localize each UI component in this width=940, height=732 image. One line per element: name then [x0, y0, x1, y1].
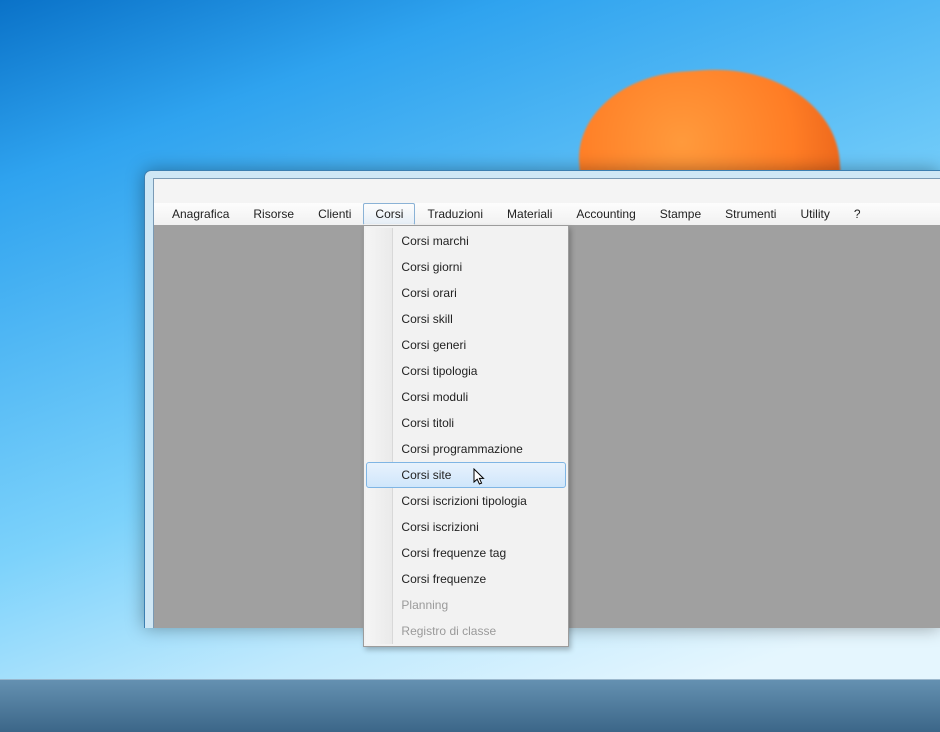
app-window: Education Service 1.15 AnagraficaRisorse… — [144, 170, 940, 628]
menuitem-corsi-iscrizioni-tipologia[interactable]: Corsi iscrizioni tipologia — [366, 488, 566, 514]
menuitem-corsi-orari[interactable]: Corsi orari — [366, 280, 566, 306]
menuitem-corsi-frequenze-tag[interactable]: Corsi frequenze tag — [366, 540, 566, 566]
menuitem-corsi-tipologia[interactable]: Corsi tipologia — [366, 358, 566, 384]
menu-anagrafica[interactable]: Anagrafica — [160, 203, 241, 225]
menuitem-corsi-marchi[interactable]: Corsi marchi — [366, 228, 566, 254]
menuitem-registro-di-classe: Registro di classe — [366, 618, 566, 644]
menu-utility[interactable]: Utility — [788, 203, 841, 225]
menuitem-corsi-frequenze[interactable]: Corsi frequenze — [366, 566, 566, 592]
menu-corsi[interactable]: CorsiCorsi marchiCorsi giorniCorsi orari… — [363, 203, 415, 225]
menu-stampe[interactable]: Stampe — [648, 203, 713, 225]
dropdown-corsi: Corsi marchiCorsi giorniCorsi orariCorsi… — [363, 225, 569, 647]
menuitem-corsi-generi[interactable]: Corsi generi — [366, 332, 566, 358]
window-inner: AnagraficaRisorseClientiCorsiCorsi march… — [153, 178, 940, 628]
menu--[interactable]: ? — [842, 203, 873, 225]
menu-accounting[interactable]: Accounting — [564, 203, 647, 225]
menu-clienti[interactable]: Clienti — [306, 203, 363, 225]
taskbar[interactable] — [0, 679, 940, 732]
menuitem-corsi-giorni[interactable]: Corsi giorni — [366, 254, 566, 280]
menuitem-corsi-programmazione[interactable]: Corsi programmazione — [366, 436, 566, 462]
menuitem-corsi-skill[interactable]: Corsi skill — [366, 306, 566, 332]
menuitem-planning: Planning — [366, 592, 566, 618]
cursor-pointer-icon — [473, 468, 487, 488]
menu-risorse[interactable]: Risorse — [241, 203, 306, 225]
menubar: AnagraficaRisorseClientiCorsiCorsi march… — [154, 203, 940, 226]
menuitem-corsi-moduli[interactable]: Corsi moduli — [366, 384, 566, 410]
menuitem-corsi-titoli[interactable]: Corsi titoli — [366, 410, 566, 436]
menu-materiali[interactable]: Materiali — [495, 203, 564, 225]
menu-strumenti[interactable]: Strumenti — [713, 203, 788, 225]
menu-traduzioni[interactable]: Traduzioni — [415, 203, 495, 225]
menuitem-corsi-site[interactable]: Corsi site — [366, 462, 566, 488]
desktop-background: Education Service 1.15 AnagraficaRisorse… — [0, 0, 940, 680]
menuitem-corsi-iscrizioni[interactable]: Corsi iscrizioni — [366, 514, 566, 540]
